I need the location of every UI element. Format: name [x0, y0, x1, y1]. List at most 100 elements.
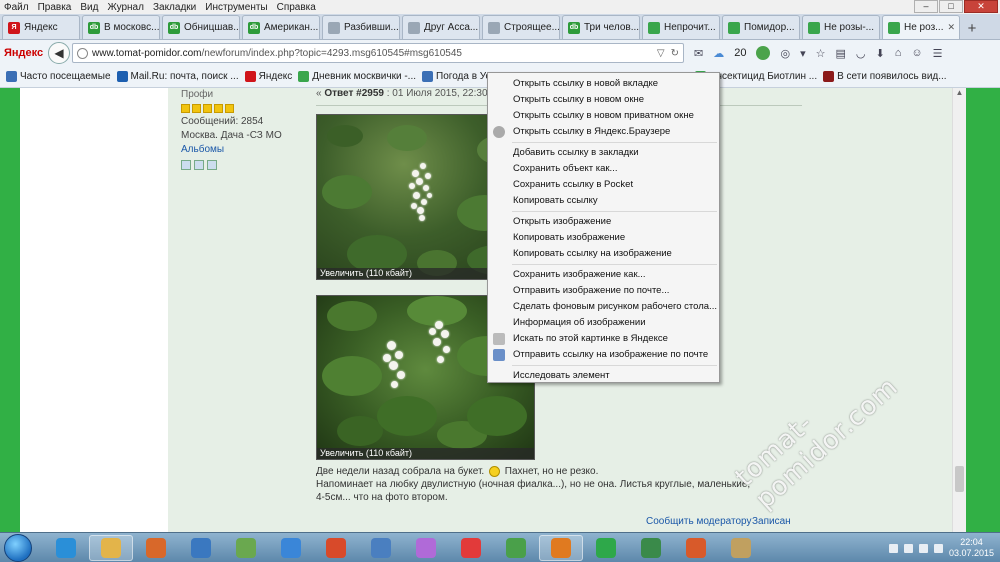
browser-tab[interactable]: db В московс...: [82, 15, 160, 39]
taskbar-app-ie[interactable]: [44, 535, 88, 561]
context-menu-item[interactable]: Открыть ссылку в Яндекс.Браузере: [488, 124, 719, 140]
context-menu-item[interactable]: Открыть ссылку в новом приватном окне: [488, 108, 719, 124]
taskbar-app-icq[interactable]: [584, 535, 628, 561]
weather-cloud-icon[interactable]: ☁: [713, 47, 724, 60]
menu-item[interactable]: Журнал: [107, 2, 144, 13]
yandex-logo[interactable]: Яндекс: [4, 47, 44, 59]
menu-dropdown-icon[interactable]: ▾: [800, 47, 806, 60]
home-icon[interactable]: ⌂: [895, 47, 902, 59]
bookmark-item[interactable]: В сети появилось вид...: [823, 71, 947, 82]
browser-tab[interactable]: Не роз... ✕: [882, 15, 960, 39]
hamburger-menu-icon[interactable]: ☰: [933, 47, 943, 60]
reload-icon[interactable]: ↻: [671, 48, 679, 59]
context-menu-item[interactable]: Информация об изображении: [488, 315, 719, 331]
start-button[interactable]: [4, 534, 32, 562]
context-menu-item[interactable]: Копировать ссылку: [488, 193, 719, 209]
menu-item[interactable]: Файл: [4, 2, 29, 13]
flag-icon[interactable]: [918, 543, 928, 553]
bookmark-item[interactable]: Яндекс: [244, 71, 292, 82]
taskbar-app-game[interactable]: [314, 535, 358, 561]
context-menu-item[interactable]: Добавить ссылку в закладки: [488, 145, 719, 161]
vertical-scrollbar[interactable]: ▲: [952, 88, 966, 532]
taskbar-app-bird[interactable]: [404, 535, 448, 561]
menu-item[interactable]: Правка: [38, 2, 72, 13]
browser-tab[interactable]: Разбивши...: [322, 15, 400, 39]
volume-icon[interactable]: [933, 543, 943, 553]
context-menu-item[interactable]: Отправить ссылку на изображение по почте: [488, 347, 719, 363]
address-bar[interactable]: www.tomat-pomidor.com /newforum/index.ph…: [72, 43, 684, 63]
personal-message-icon[interactable]: [207, 160, 217, 170]
taskbar-app-chrome[interactable]: [494, 535, 538, 561]
scroll-up-icon[interactable]: ▲: [953, 88, 966, 102]
browser-tab[interactable]: Помидор...: [722, 15, 800, 39]
taskbar-app-office[interactable]: [674, 535, 718, 561]
bookmark-star-icon[interactable]: ☆: [816, 47, 826, 60]
context-menu-item[interactable]: Копировать изображение: [488, 230, 719, 246]
tab-favicon-icon: [648, 21, 660, 34]
taskbar-app-audio[interactable]: [359, 535, 403, 561]
close-button[interactable]: ✕: [964, 0, 998, 13]
bookmark-item[interactable]: Часто посещаемые: [6, 71, 111, 82]
screenshot-icon[interactable]: ◎: [780, 47, 790, 60]
clock[interactable]: 22:04 03.07.2015: [949, 537, 994, 559]
browser-tab[interactable]: db Три челов...: [562, 15, 640, 39]
email-icon[interactable]: [194, 160, 204, 170]
reply-number[interactable]: Ответ #2959: [324, 88, 384, 99]
reading-list-icon[interactable]: ▤: [835, 47, 845, 60]
taskbar-app-box[interactable]: [179, 535, 223, 561]
profile-icon[interactable]: [181, 160, 191, 170]
pocket-icon[interactable]: ◡: [856, 47, 866, 60]
dropdown-arrow-icon[interactable]: ▽: [657, 48, 665, 59]
browser-tab[interactable]: Непрочит...: [642, 15, 720, 39]
browser-tab[interactable]: Не розы-...: [802, 15, 880, 39]
maximize-button[interactable]: □: [939, 0, 963, 13]
taskbar-app-paint[interactable]: [719, 535, 763, 561]
scrollbar-thumb[interactable]: [955, 466, 964, 492]
context-menu-item[interactable]: Сделать фоновым рисунком рабочего стола.…: [488, 299, 719, 315]
taskbar-app-media[interactable]: [134, 535, 178, 561]
browser-tab[interactable]: db Американ...: [242, 15, 320, 39]
back-button[interactable]: ◀: [48, 42, 70, 64]
menu-item[interactable]: Справка: [277, 2, 316, 13]
minimize-button[interactable]: –: [914, 0, 938, 13]
context-menu-item[interactable]: Искать по этой картинке в Яндексе: [488, 331, 719, 347]
taskbar-app-chart[interactable]: [629, 535, 673, 561]
browser-tab[interactable]: db Обницшав...: [162, 15, 240, 39]
taskbar-app-firefox[interactable]: [539, 535, 583, 561]
taskbar-app-people[interactable]: [224, 535, 268, 561]
browser-tab[interactable]: Друг Асса...: [402, 15, 480, 39]
context-menu-item[interactable]: Сохранить изображение как...: [488, 267, 719, 283]
weather-temperature[interactable]: 20: [734, 47, 746, 59]
context-menu-item[interactable]: Исследовать элемент: [488, 368, 719, 384]
chat-icon[interactable]: ☺: [911, 47, 922, 59]
bookmark-item[interactable]: Дневник москвички -...: [298, 71, 416, 82]
tab-close-icon[interactable]: ✕: [947, 22, 955, 33]
albums-link[interactable]: Альбомы: [181, 143, 282, 157]
context-menu-item[interactable]: Сохранить ссылку в Pocket: [488, 177, 719, 193]
url-host: www.tomat-pomidor.com: [92, 47, 202, 59]
report-moderator-link[interactable]: Сообщить модератору: [646, 516, 751, 527]
menu-item[interactable]: Вид: [80, 2, 98, 13]
extension-icon[interactable]: [756, 46, 771, 60]
flower-shape: [437, 356, 444, 363]
download-icon[interactable]: ⬇: [876, 47, 885, 60]
browser-tab[interactable]: Я Яндекс: [2, 15, 80, 39]
context-menu-item[interactable]: Отправить изображение по почте...: [488, 283, 719, 299]
taskbar-app-explorer[interactable]: [89, 535, 133, 561]
menu-item[interactable]: Закладки: [153, 2, 196, 13]
network-icon[interactable]: [903, 543, 913, 553]
context-menu-item[interactable]: Открыть ссылку в новом окне: [488, 92, 719, 108]
context-menu-item[interactable]: Копировать ссылку на изображение: [488, 246, 719, 262]
photo-caption[interactable]: Увеличить (110 кбайт): [317, 448, 534, 459]
context-menu-item[interactable]: Сохранить объект как...: [488, 161, 719, 177]
mail-icon[interactable]: ✉: [694, 47, 703, 60]
menu-item[interactable]: Инструменты: [205, 2, 267, 13]
context-menu-item[interactable]: Открыть ссылку в новой вкладке: [488, 76, 719, 92]
new-tab-button[interactable]: +: [962, 19, 982, 39]
browser-tab[interactable]: Строящее...: [482, 15, 560, 39]
context-menu-item[interactable]: Открыть изображение: [488, 214, 719, 230]
taskbar-app-yandex[interactable]: [449, 535, 493, 561]
taskbar-app-mail[interactable]: [269, 535, 313, 561]
bookmark-item[interactable]: Mail.Ru: почта, поиск ...: [116, 71, 239, 82]
tray-arrow-icon[interactable]: [888, 543, 898, 553]
